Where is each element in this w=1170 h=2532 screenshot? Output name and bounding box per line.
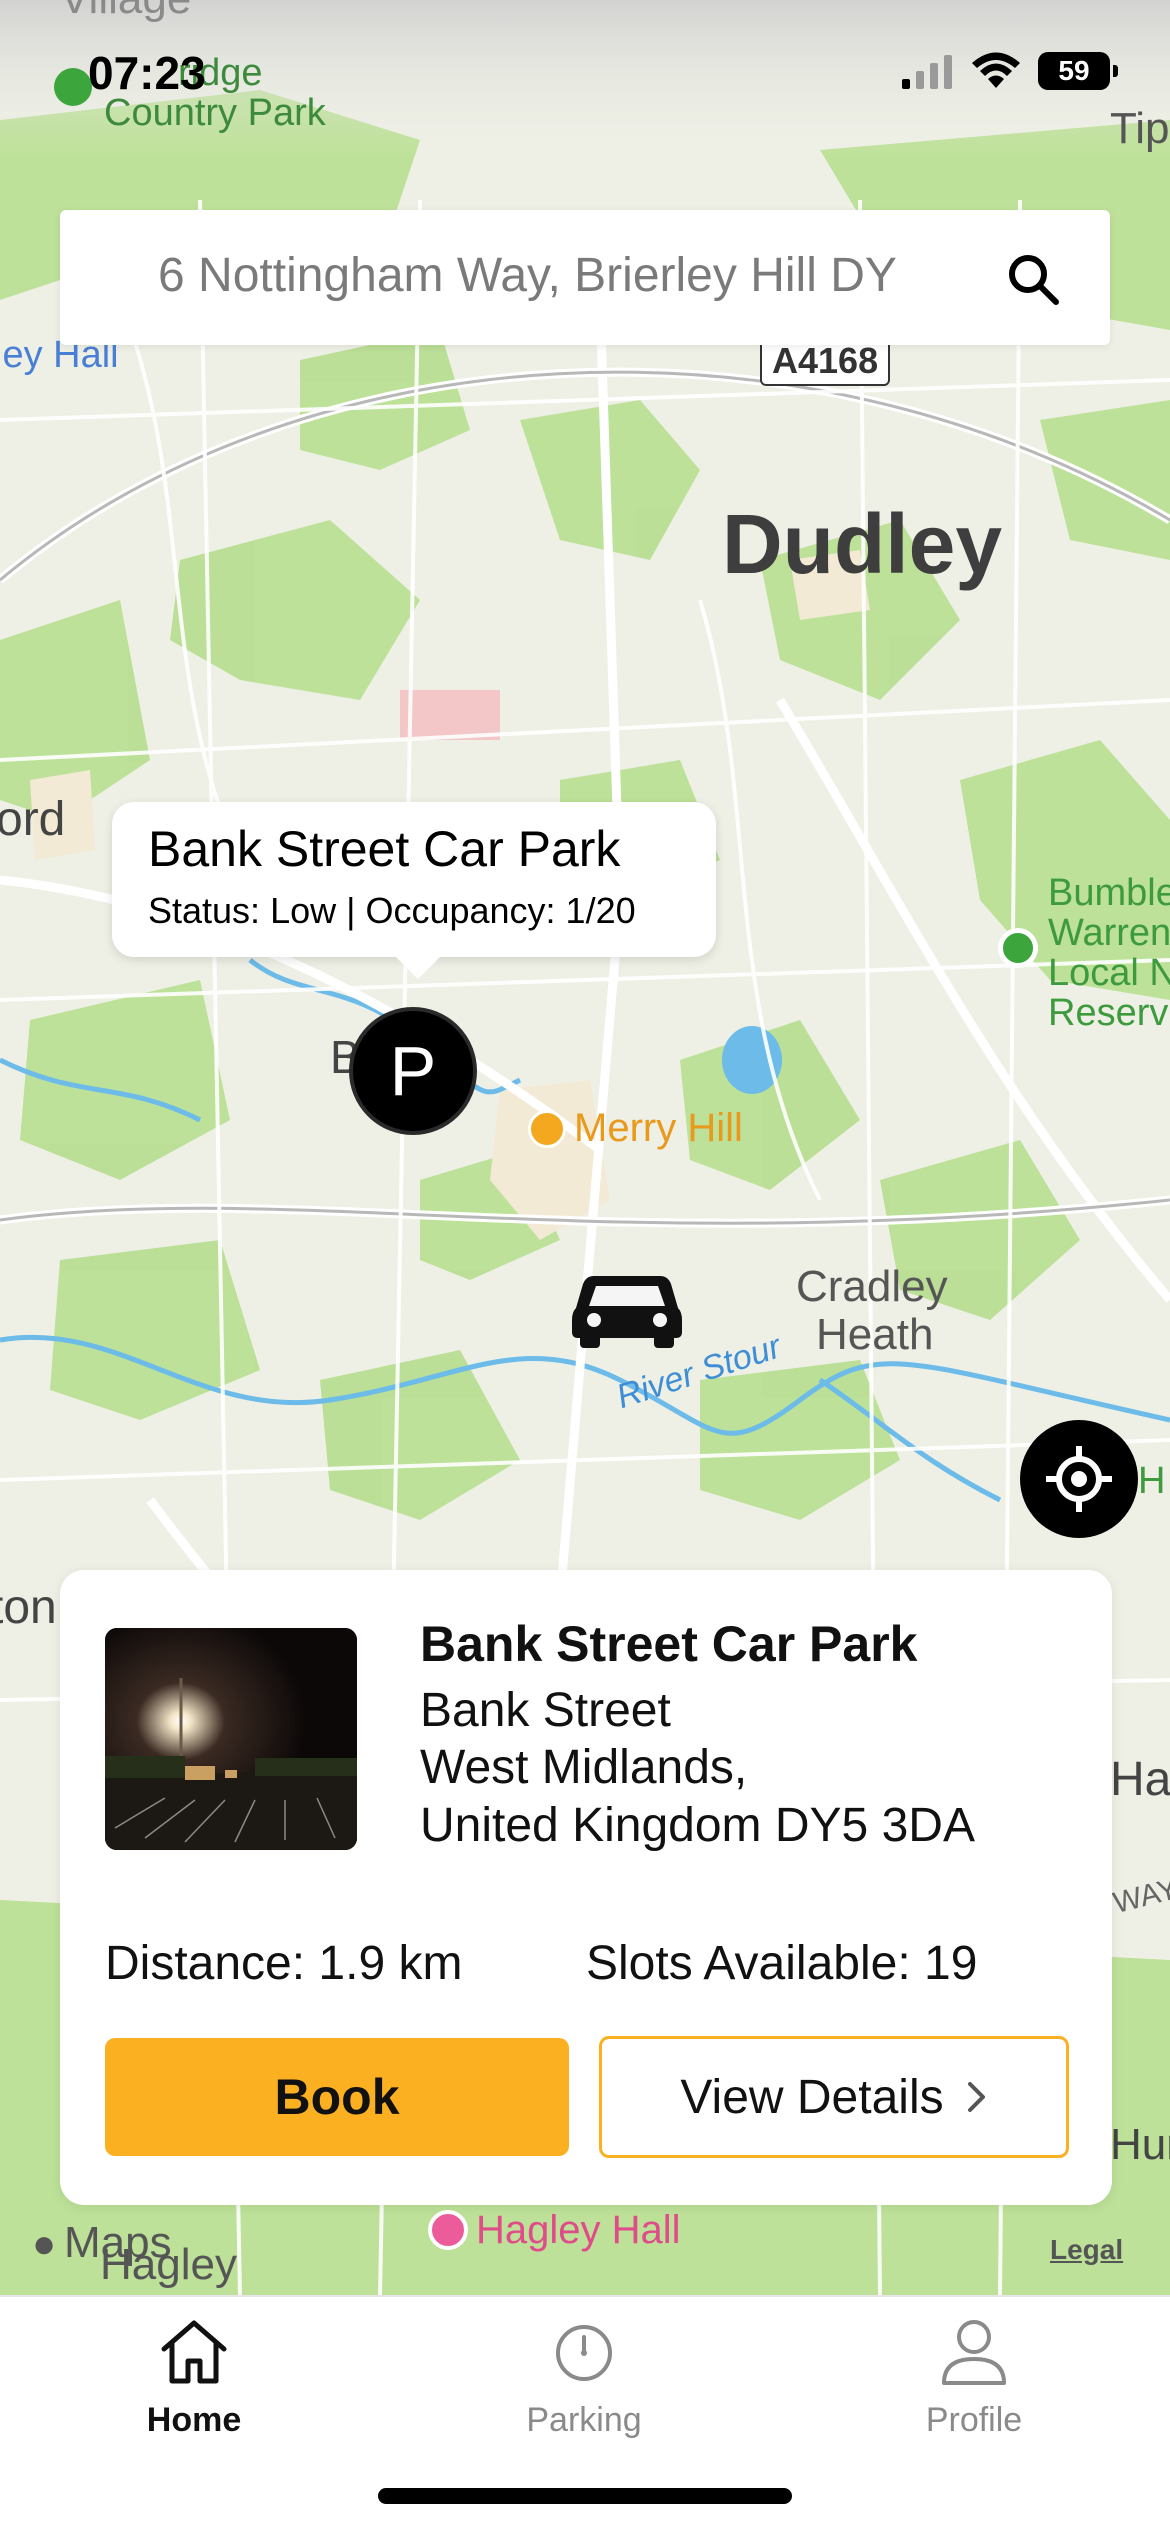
- map-label-right-h: H: [1138, 1460, 1166, 1502]
- map-label-ha: Ha: [1110, 1753, 1170, 1806]
- address-line-1: Bank Street: [420, 1684, 671, 1737]
- car-park-name: Bank Street Car Park: [420, 1616, 918, 1672]
- map-label-reserve-1: Bumble: [1048, 872, 1170, 914]
- status-icons: 59: [902, 52, 1118, 90]
- parking-callout[interactable]: Bank Street Car Park Status: Low | Occup…: [112, 802, 716, 979]
- parking-pin-letter: P: [389, 1032, 437, 1110]
- map-label-maps: Maps: [64, 2218, 172, 2267]
- tab-parking[interactable]: Parking: [464, 2297, 704, 2467]
- locate-me-button[interactable]: [1020, 1420, 1138, 1538]
- shopping-marker-icon: [528, 1110, 566, 1148]
- wifi-icon: [972, 52, 1020, 88]
- map-label-dudley: Dudley: [722, 497, 1003, 591]
- map-label-heath: Heath: [816, 1310, 934, 1359]
- home-indicator[interactable]: [378, 2488, 792, 2504]
- book-button-label: Book: [274, 2069, 400, 2125]
- map-label-cradley: Cradley: [796, 1262, 948, 1311]
- battery-icon: 59: [1038, 52, 1118, 90]
- map-label-hur: Hur: [1110, 2120, 1170, 2169]
- car-park-photo: [105, 1628, 357, 1850]
- search-icon[interactable]: [1006, 252, 1060, 306]
- car-park-photo-image: [105, 1628, 357, 1850]
- slots-available-text: Slots Available: 19: [586, 1937, 978, 1990]
- car-park-card[interactable]: Bank Street Car Park Bank Street West Mi…: [60, 1570, 1112, 2205]
- distance-text: Distance: 1.9 km: [105, 1937, 463, 1990]
- home-icon: [161, 2320, 227, 2384]
- tab-home-label: Home: [146, 2401, 242, 2439]
- hagley-hall-marker-icon: [428, 2210, 468, 2250]
- book-button[interactable]: Book: [105, 2038, 569, 2156]
- parking-pin[interactable]: P: [349, 1007, 477, 1135]
- map-label-reserve-4: Reserv: [1048, 992, 1169, 1034]
- tab-home[interactable]: Home: [74, 2297, 314, 2467]
- search-bar[interactable]: 6 Nottingham Way, Brierley Hill DY: [60, 210, 1110, 345]
- status-time: 07:23: [88, 47, 206, 99]
- map-label-ord: ord: [0, 793, 66, 846]
- battery-level: 59: [1058, 55, 1090, 86]
- tab-profile-label: Profile: [925, 2401, 1023, 2439]
- search-input[interactable]: 6 Nottingham Way, Brierley Hill DY: [158, 248, 990, 308]
- chevron-right-icon: [967, 2082, 985, 2112]
- map-label-merry-hill: Merry Hill: [574, 1106, 743, 1150]
- tab-profile[interactable]: Profile: [854, 2297, 1094, 2467]
- car-icon: [572, 1276, 682, 1348]
- callout-status: Status: Low | Occupancy: 1/20: [148, 890, 636, 931]
- map-label-reserve-2: Warren: [1048, 912, 1170, 954]
- apple-logo-icon: ●: [32, 2222, 57, 2266]
- status-bar: 07:23 59: [0, 0, 1170, 140]
- view-details-label: View Details: [680, 2070, 944, 2124]
- legal-link[interactable]: Legal: [1050, 2234, 1123, 2266]
- profile-icon: [942, 2320, 1006, 2385]
- crosshair-icon: [1046, 1446, 1112, 1512]
- callout-title: Bank Street Car Park: [148, 821, 621, 877]
- cellular-signal-icon: [902, 55, 952, 89]
- reserve-marker-icon: [998, 928, 1038, 968]
- map-label-ton: ton: [0, 1581, 57, 1634]
- tab-parking-label: Parking: [526, 2401, 642, 2439]
- view-details-button[interactable]: View Details: [599, 2036, 1069, 2158]
- map-label-hagley-hall: Hagley Hall: [476, 2208, 681, 2252]
- map-label-reserve-3: Local N: [1048, 952, 1170, 994]
- address-line-2: West Midlands,: [420, 1741, 748, 1794]
- address-line-3: United Kingdom DY5 3DA: [420, 1799, 975, 1852]
- parking-timer-icon: [556, 2325, 612, 2381]
